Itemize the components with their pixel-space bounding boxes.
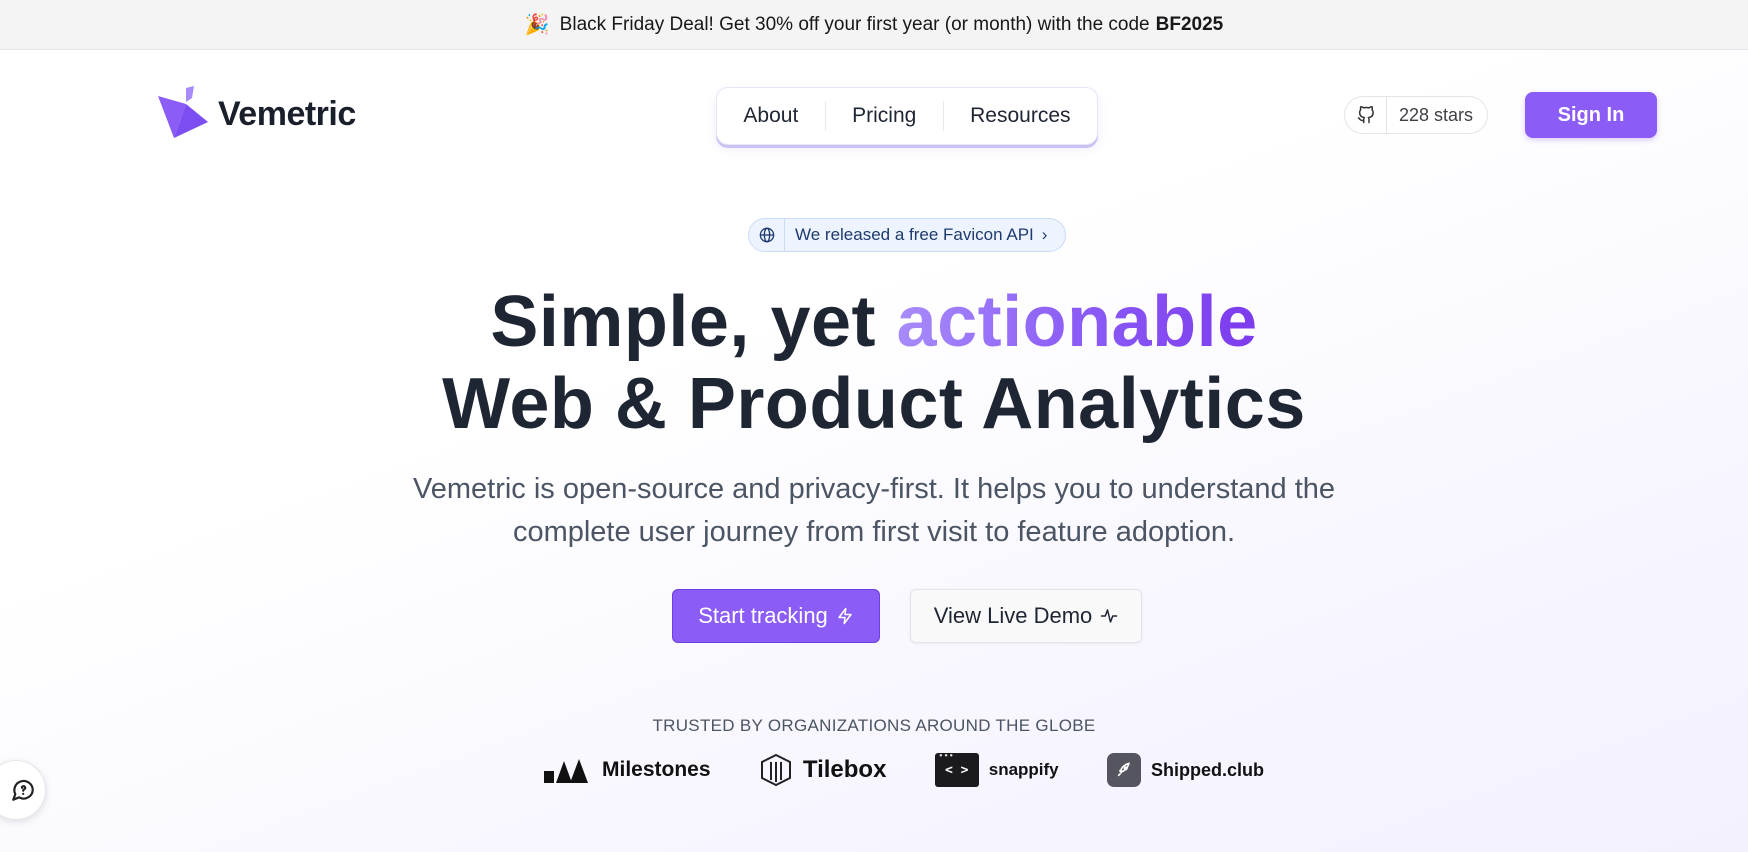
github-star-count: 228 stars <box>1399 104 1474 125</box>
rocket-icon <box>1106 753 1141 787</box>
tilebox-name: Tilebox <box>802 756 887 783</box>
globe-icon <box>749 219 785 251</box>
nav-pricing[interactable]: Pricing <box>838 98 930 134</box>
github-icon <box>1345 97 1387 133</box>
hero-title-accent: actionable <box>896 282 1258 362</box>
logo-text: Vemetric <box>218 94 356 133</box>
shipped-club-name: Shipped.club <box>1150 759 1264 780</box>
nav-about[interactable]: About <box>729 98 812 134</box>
snappify-mark-icon: < > <box>934 752 979 787</box>
vemetric-logo-icon <box>158 86 208 138</box>
hero-title-line1: Simple, yet actionable <box>0 282 1748 362</box>
main-nav: About Pricing Resources <box>716 87 1098 145</box>
github-stars-button[interactable]: 228 stars <box>1344 96 1488 134</box>
activity-icon <box>1101 609 1118 623</box>
trusted-heading: TRUSTED BY ORGANIZATIONS AROUND THE GLOB… <box>652 716 1096 735</box>
customer-logos: Milestones Tilebox < > snappify Shipped.… <box>544 752 1264 788</box>
promo-code: BF2025 <box>1155 13 1224 35</box>
party-popper-icon: 🎉 <box>524 14 550 36</box>
hero-title-plain: Simple, yet <box>490 282 877 362</box>
promo-banner: 🎉 Black Friday Deal! Get 30% off your fi… <box>0 0 1748 50</box>
brand-logo[interactable]: Vemetric <box>156 84 356 144</box>
landing-page: 🎉 Black Friday Deal! Get 30% off your fi… <box>0 0 1748 852</box>
lightning-icon <box>838 607 852 625</box>
shipped-club-logo: Shipped.club <box>1106 753 1264 787</box>
sign-in-button[interactable]: Sign In <box>1525 92 1657 138</box>
milestones-name: Milestones <box>602 758 711 781</box>
chevron-right-icon: › <box>1041 225 1048 244</box>
snappify-logo: < > snappify <box>934 752 1059 787</box>
start-tracking-label: Start tracking <box>698 603 828 628</box>
announcement-pill[interactable]: We released a free Favicon API › <box>748 218 1066 252</box>
announcement-text: We released a free Favicon API <box>795 225 1034 244</box>
live-demo-label: View Live Demo <box>933 603 1093 628</box>
tilebox-mark-icon <box>760 753 791 787</box>
promo-banner-text: Black Friday Deal! Get 30% off your firs… <box>559 13 1150 35</box>
snappify-name: snappify <box>988 760 1059 779</box>
nav-resources[interactable]: Resources <box>956 98 1084 134</box>
milestones-logo: Milestones <box>544 757 711 783</box>
hero-subtitle: Vemetric is open-source and privacy-firs… <box>412 473 1336 548</box>
tilebox-logo: Tilebox <box>759 753 887 787</box>
nav-divider <box>824 101 826 131</box>
start-tracking-button[interactable]: Start tracking <box>672 589 880 643</box>
chat-widget-button[interactable] <box>0 760 46 820</box>
milestones-mark-icon <box>544 759 592 783</box>
hero-title-line2: Web & Product Analytics <box>442 364 1306 444</box>
live-demo-button[interactable]: View Live Demo <box>910 589 1142 643</box>
chat-bubble-icon <box>12 779 34 801</box>
nav-divider <box>942 101 944 131</box>
